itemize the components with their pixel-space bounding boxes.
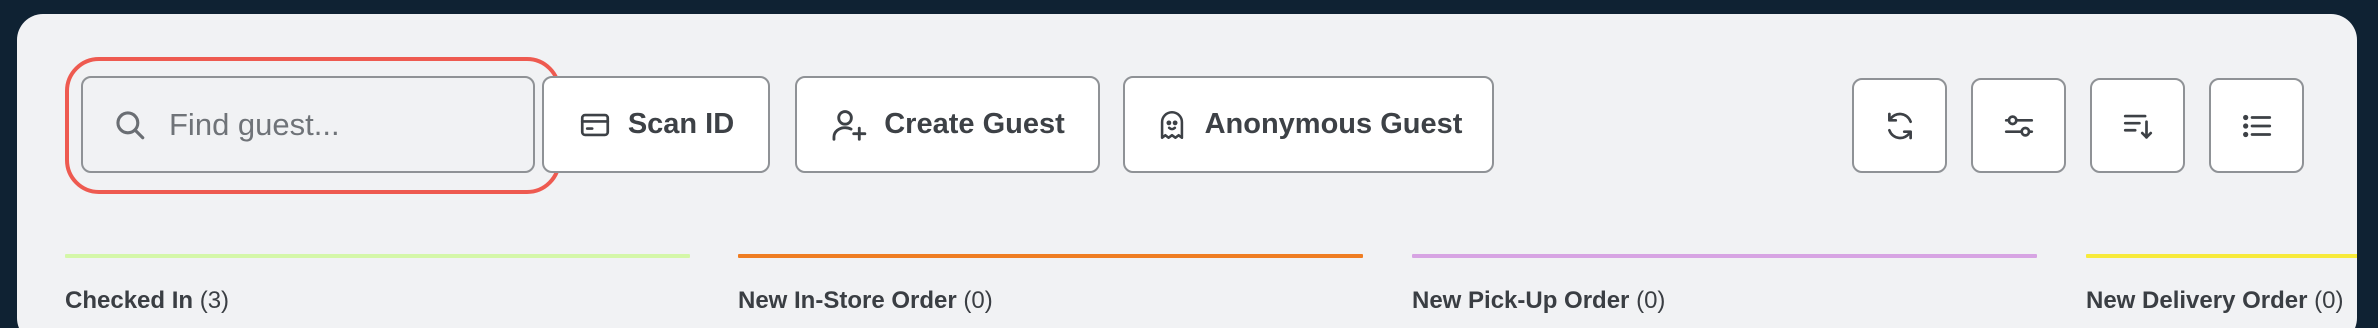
sort-button[interactable] <box>2090 78 2185 173</box>
user-plus-icon <box>832 109 867 141</box>
refresh-button[interactable] <box>1852 78 1947 173</box>
column-color-bar <box>1412 254 2037 258</box>
column-title: New Delivery Order (0) <box>2086 287 2344 314</box>
filter-button[interactable] <box>1971 78 2066 173</box>
scan-id-label: Scan ID <box>627 108 735 140</box>
ghost-icon <box>1160 110 1183 139</box>
sort-icon <box>2123 114 2152 139</box>
column-title: New In-Store Order (0) <box>738 287 993 314</box>
column-color-bar <box>2086 254 2357 258</box>
column-new-in-store-order: New In-Store Order (0) <box>738 254 1363 315</box>
search-field[interactable] <box>81 76 535 173</box>
column-color-bar <box>738 254 1363 258</box>
column-count: (0) <box>1636 287 1666 314</box>
column-checked-in: Checked In (3) <box>65 254 690 315</box>
column-count: (0) <box>2314 287 2344 314</box>
search-input[interactable] <box>169 106 489 143</box>
column-new-pick-up-order: New Pick-Up Order (0) <box>1412 254 2037 315</box>
column-title: New Pick-Up Order (0) <box>1412 287 1666 314</box>
scan-id-button[interactable]: Scan ID <box>542 76 770 173</box>
search-icon <box>116 110 145 139</box>
create-guest-button[interactable]: Create Guest <box>795 76 1100 173</box>
column-title: Checked In (3) <box>65 287 230 314</box>
column-count: (3) <box>199 287 230 314</box>
anonymous-guest-label: Anonymous Guest <box>1204 108 1463 140</box>
list-view-button[interactable] <box>2209 78 2304 173</box>
sliders-icon <box>2004 114 2033 137</box>
id-card-icon <box>580 113 609 136</box>
column-count: (0) <box>963 287 993 314</box>
create-guest-label: Create Guest <box>884 108 1065 140</box>
column-new-delivery-order: New Delivery Order (0) <box>2086 254 2357 315</box>
refresh-icon <box>1887 112 1912 139</box>
column-color-bar <box>65 254 690 258</box>
queue-panel: Scan ID Create Guest Anonymous Guest <box>17 14 2357 328</box>
list-icon <box>2242 114 2271 137</box>
anonymous-guest-button[interactable]: Anonymous Guest <box>1123 76 1494 173</box>
